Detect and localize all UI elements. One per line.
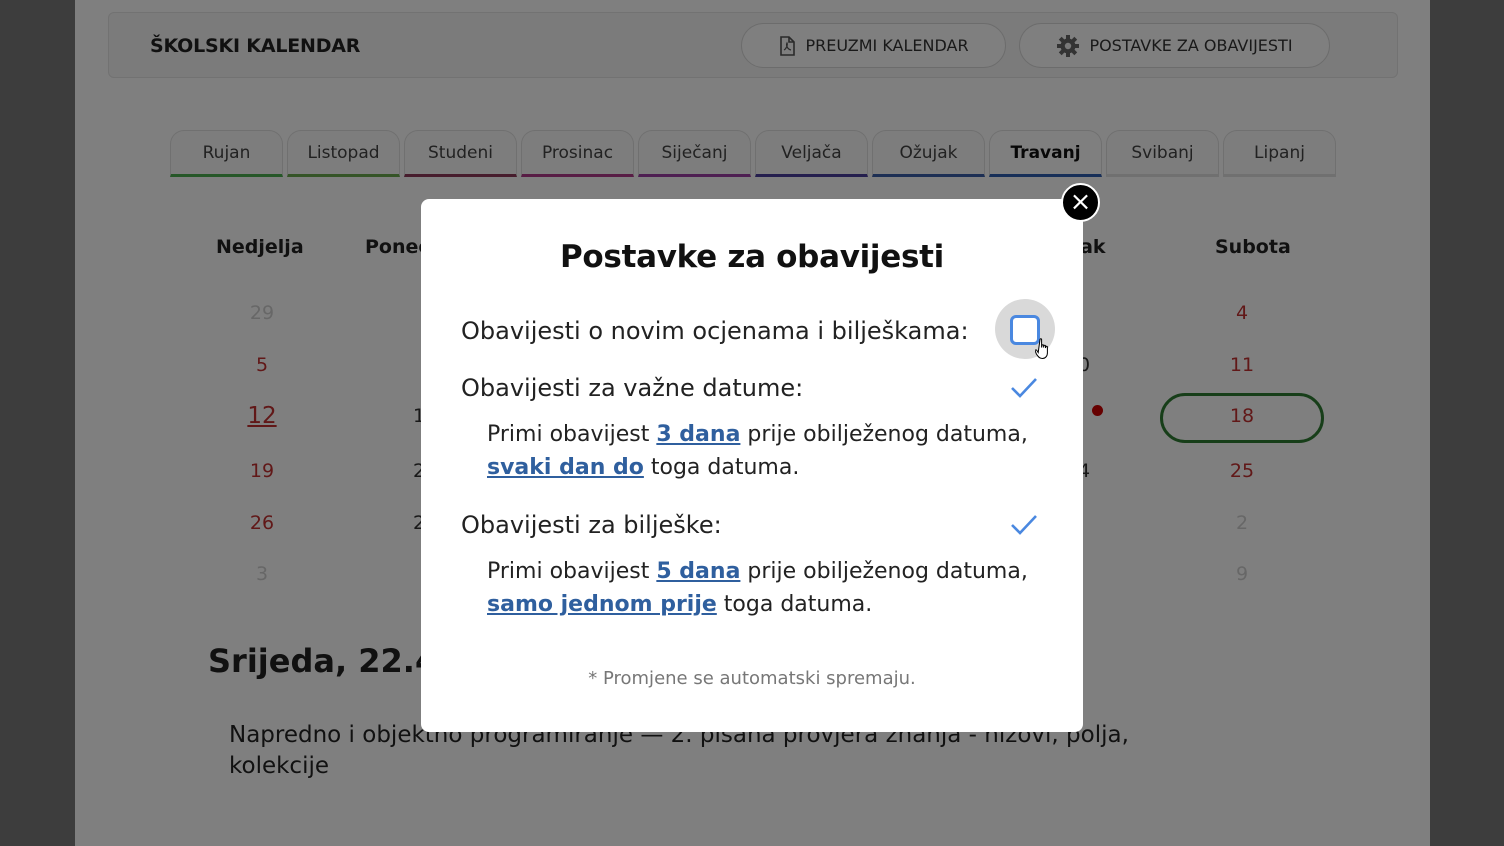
notes-frequency-link[interactable]: samo jednom prije (487, 592, 717, 617)
important-dates-post-text: toga datuma. (643, 455, 800, 480)
notes-notification-label: Obavijesti za bilješke: (461, 511, 722, 539)
important-dates-frequency-link[interactable]: svaki dan do (487, 455, 644, 480)
notification-settings-modal: Postavke za obavijesti Obavijesti o novi… (421, 199, 1083, 732)
close-modal-button[interactable]: × (1061, 183, 1100, 222)
notes-pre-text: Primi obavijest (487, 559, 657, 584)
important-dates-notification-label: Obavijesti za važne datume: (461, 374, 804, 402)
hand-cursor-icon (1034, 337, 1053, 365)
grades-notes-notification-label: Obavijesti o novim ocjenama i bilješkama… (461, 317, 969, 345)
notes-mid-text: prije obilježenog datuma, (740, 559, 1028, 584)
notes-checkmark-icon[interactable] (1009, 512, 1039, 542)
notes-post-text: toga datuma. (716, 592, 873, 617)
important-dates-mid-text: prije obilježenog datuma, (740, 422, 1028, 447)
important-dates-description: Primi obavijest 3 dana prije obilježenog… (487, 418, 1047, 484)
important-dates-pre-text: Primi obavijest (487, 422, 657, 447)
close-icon: × (1069, 186, 1092, 217)
important-dates-checkmark-icon[interactable] (1009, 375, 1039, 405)
notes-description: Primi obavijest 5 dana prije obilježenog… (487, 555, 1047, 621)
autosave-footnote: * Promjene se automatski spremaju. (588, 668, 916, 689)
modal-title: Postavke za obavijesti (560, 239, 944, 275)
notes-days-link[interactable]: 5 dana (656, 559, 740, 584)
important-dates-days-link[interactable]: 3 dana (656, 422, 740, 447)
